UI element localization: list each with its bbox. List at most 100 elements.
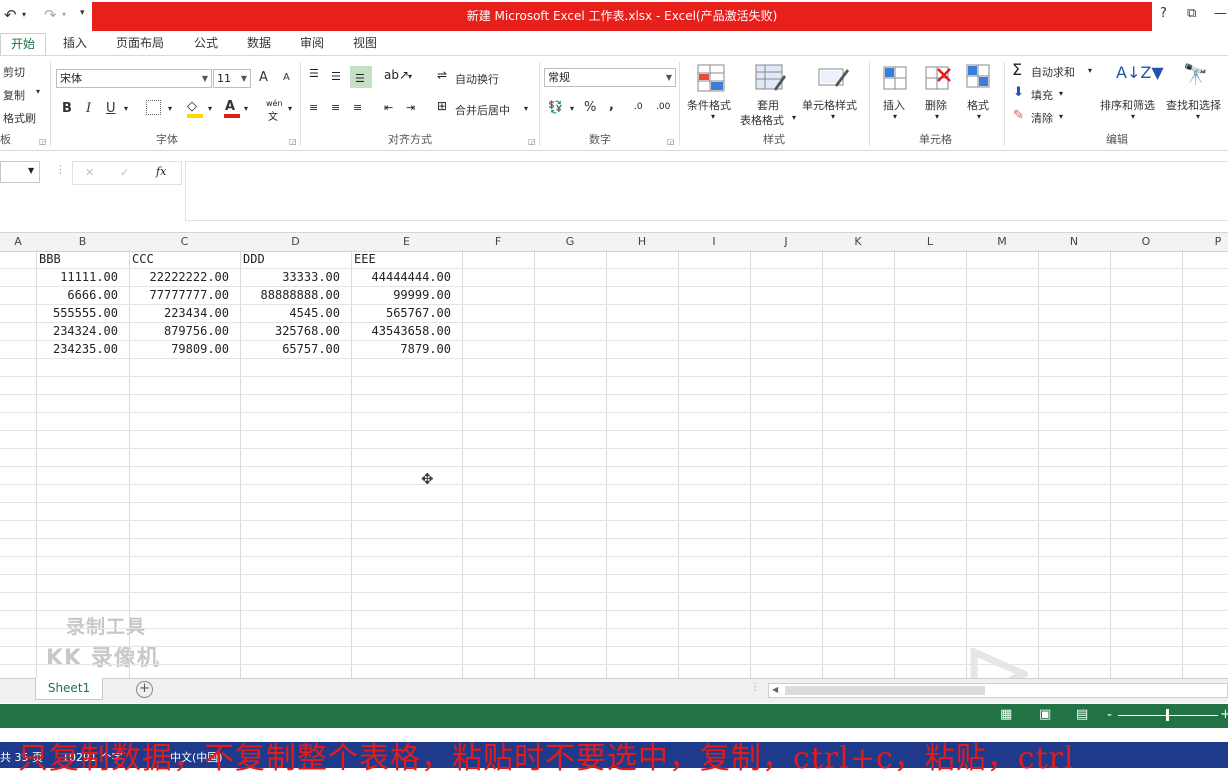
percent-button[interactable]: %: [584, 100, 596, 115]
comma-button[interactable]: ,: [609, 98, 614, 113]
sort-filter-button[interactable]: 排序和筛选: [1100, 97, 1155, 113]
fill-down-icon[interactable]: ⬇: [1013, 85, 1024, 100]
fill-button[interactable]: 填充: [1031, 87, 1053, 103]
table-cell[interactable]: 99999.00: [352, 286, 451, 304]
delete-cells-button[interactable]: 删除: [925, 97, 947, 113]
tab-view[interactable]: 视图: [353, 33, 377, 55]
column-header-b[interactable]: B: [36, 233, 129, 251]
copy-button[interactable]: 复制: [3, 87, 25, 103]
merge-center-button[interactable]: 合并后居中: [455, 102, 510, 118]
font-color-dropdown-icon[interactable]: ▾: [244, 104, 248, 113]
confirm-entry-icon[interactable]: ✓: [120, 166, 129, 179]
column-header-d[interactable]: D: [240, 233, 351, 251]
conditional-formatting-icon[interactable]: [696, 63, 728, 95]
align-right-icon[interactable]: ≡: [353, 101, 362, 114]
tab-review[interactable]: 审阅: [300, 33, 324, 55]
format-cells-icon[interactable]: [963, 61, 993, 93]
clear-button[interactable]: 清除: [1031, 110, 1053, 126]
zoom-in-button[interactable]: +: [1220, 707, 1228, 722]
borders-dropdown-icon[interactable]: ▾: [168, 104, 172, 113]
top-align-icon[interactable]: ☰: [309, 67, 319, 80]
tab-home[interactable]: 开始: [0, 33, 46, 55]
customize-qat-icon[interactable]: ▾: [80, 8, 85, 18]
table-cell[interactable]: 79809.00: [130, 340, 229, 358]
borders-icon[interactable]: [146, 100, 161, 115]
table-cell[interactable]: 88888888.00: [241, 286, 340, 304]
insert-cells-icon[interactable]: [880, 63, 910, 93]
increase-indent-icon[interactable]: ⇥: [406, 101, 415, 114]
insert-dropdown-icon[interactable]: ▾: [893, 112, 897, 121]
wrap-text-button[interactable]: 自动换行: [455, 71, 499, 87]
phonetic-guide-icon[interactable]: wén: [266, 99, 283, 108]
column-header-j[interactable]: J: [750, 233, 822, 251]
format-cells-button[interactable]: 格式: [967, 97, 989, 113]
accounting-format-icon[interactable]: 💱: [548, 100, 563, 114]
format-as-table-line2[interactable]: 表格格式: [740, 112, 784, 128]
format-as-table-icon[interactable]: [754, 63, 786, 95]
font-name-combo[interactable]: 宋体 ▼: [56, 69, 212, 88]
table-cell[interactable]: 22222222.00: [130, 268, 229, 286]
horizontal-scrollbar[interactable]: ◀: [768, 683, 1228, 698]
normal-view-icon[interactable]: ▦: [1000, 707, 1012, 722]
column-header-k[interactable]: K: [822, 233, 894, 251]
decrease-decimal-button[interactable]: .00: [656, 102, 670, 112]
autosum-button[interactable]: 自动求和: [1031, 64, 1075, 80]
table-cell[interactable]: 65757.00: [241, 340, 340, 358]
ribbon-display-button[interactable]: ⧉: [1187, 6, 1196, 21]
table-cell[interactable]: 6666.00: [37, 286, 118, 304]
column-header-g[interactable]: G: [534, 233, 606, 251]
autosum-dropdown-icon[interactable]: ▾: [1088, 66, 1092, 75]
undo-icon[interactable]: ↶: [4, 6, 17, 24]
underline-button[interactable]: U: [106, 101, 116, 116]
number-format-combo[interactable]: 常规 ▼: [544, 68, 676, 87]
clipboard-launcher-icon[interactable]: ◲: [39, 137, 47, 146]
table-header-cell[interactable]: EEE: [354, 250, 463, 268]
merge-center-icon[interactable]: ⊞: [437, 99, 447, 113]
underline-dropdown-icon[interactable]: ▾: [124, 104, 128, 113]
table-cell[interactable]: 4545.00: [241, 304, 340, 322]
align-left-icon[interactable]: ≡: [309, 101, 318, 114]
tab-split-grip[interactable]: ⋮: [750, 682, 760, 693]
minimize-button[interactable]: —: [1214, 6, 1227, 21]
table-cell[interactable]: 33333.00: [241, 268, 340, 286]
undo-dropdown-icon[interactable]: ▾: [22, 10, 26, 19]
formula-input[interactable]: [185, 161, 1228, 221]
scroll-left-icon[interactable]: ◀: [772, 685, 778, 694]
name-box[interactable]: ▼: [0, 161, 40, 183]
merge-dropdown-icon[interactable]: ▾: [524, 104, 528, 113]
table-dropdown-icon[interactable]: ▾: [792, 113, 796, 122]
insert-function-button[interactable]: fx: [156, 165, 166, 178]
table-cell[interactable]: 77777777.00: [130, 286, 229, 304]
page-layout-view-icon[interactable]: ▣: [1039, 707, 1051, 722]
find-binoculars-icon[interactable]: 🔭: [1183, 62, 1208, 86]
tab-data[interactable]: 数据: [247, 33, 271, 55]
add-sheet-icon[interactable]: +: [136, 681, 153, 698]
zoom-slider-thumb[interactable]: [1166, 709, 1169, 721]
autosum-icon[interactable]: Σ: [1012, 60, 1022, 79]
find-select-button[interactable]: 查找和选择: [1166, 97, 1221, 113]
format-as-table-line1[interactable]: 套用: [757, 97, 779, 113]
orientation-icon[interactable]: ab↗: [384, 68, 409, 82]
tab-formulas[interactable]: 公式: [194, 33, 218, 55]
format-painter-button[interactable]: 格式刷: [3, 110, 36, 126]
cut-button[interactable]: 剪切: [3, 64, 25, 80]
redo-dropdown-icon[interactable]: ▾: [62, 10, 66, 19]
delete-cells-icon[interactable]: [922, 63, 952, 93]
middle-align-icon[interactable]: ☰: [331, 70, 341, 83]
table-cell[interactable]: 555555.00: [37, 304, 118, 322]
table-cell[interactable]: 44444444.00: [352, 268, 451, 286]
bold-button[interactable]: B: [62, 101, 72, 116]
phonetic-dropdown-icon[interactable]: ▾: [288, 104, 292, 113]
column-header-i[interactable]: I: [678, 233, 750, 251]
clear-eraser-icon[interactable]: ✎: [1013, 108, 1024, 123]
scrollbar-thumb[interactable]: [785, 686, 985, 695]
grow-font-button[interactable]: A: [259, 70, 268, 85]
fill-dropdown-icon[interactable]: ▾: [1059, 89, 1063, 98]
fill-dropdown-icon[interactable]: ▾: [208, 104, 212, 113]
font-color-icon[interactable]: A: [225, 99, 235, 114]
column-header-n[interactable]: N: [1038, 233, 1110, 251]
conditional-dropdown-icon[interactable]: ▾: [711, 112, 715, 121]
find-dropdown-icon[interactable]: ▾: [1196, 112, 1200, 121]
table-header-cell[interactable]: CCC: [132, 250, 241, 268]
delete-dropdown-icon[interactable]: ▾: [935, 112, 939, 121]
